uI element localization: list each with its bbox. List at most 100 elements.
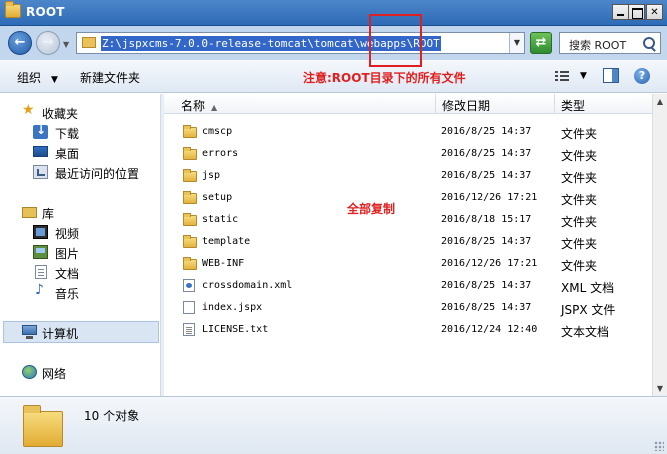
- file-type: 文件夹: [561, 215, 598, 229]
- music-icon: ♪: [35, 282, 44, 298]
- picture-icon: [33, 245, 48, 259]
- file-name: WEB-INF: [202, 258, 245, 269]
- organize-label: 组织: [17, 71, 42, 85]
- file-row[interactable]: WEB-INF 2016/12/26 17:21 文件夹: [164, 253, 656, 275]
- column-label: 名称: [181, 99, 206, 113]
- file-date: 2016/12/26 17:21: [441, 192, 538, 203]
- column-header-type[interactable]: 类型: [561, 97, 585, 114]
- address-row: ← → ▼ Z:\jspxcms-7.0.0-release-tomcat\to…: [0, 26, 667, 60]
- column-divider[interactable]: [554, 94, 555, 114]
- folder-icon: [82, 37, 96, 48]
- close-button[interactable]: [646, 4, 663, 20]
- file-row[interactable]: template 2016/8/25 14:37 文件夹: [164, 231, 656, 253]
- file-date: 2016/8/25 14:37: [441, 126, 532, 137]
- details-pane: 10 个对象: [0, 396, 667, 454]
- column-header: 名称 ▲ 修改日期 类型: [164, 94, 656, 114]
- file-row[interactable]: LICENSE.txt 2016/12/24 12:40 文本文档: [164, 319, 656, 341]
- file-type: 文件夹: [561, 149, 598, 163]
- recent-places-icon: [33, 165, 48, 179]
- search-placeholder: 搜索 ROOT: [569, 39, 627, 52]
- star-icon: ★: [22, 102, 35, 118]
- file-row[interactable]: setup 2016/12/26 17:21 文件夹: [164, 187, 656, 209]
- folder-icon: [183, 147, 197, 160]
- file-date: 2016/8/25 14:37: [441, 148, 532, 159]
- file-name: index.jspx: [202, 302, 263, 313]
- xml-file-icon: [183, 279, 195, 292]
- recent-pages-dropdown[interactable]: ▼: [63, 40, 69, 49]
- annotation-copy-all: 全部复制: [347, 202, 396, 216]
- back-button[interactable]: ←: [8, 31, 32, 55]
- file-type: 文件夹: [561, 127, 598, 141]
- sidebar-item-label: 收藏夹: [42, 107, 79, 121]
- sidebar-item-label: 文档: [55, 267, 80, 281]
- preview-pane-icon[interactable]: [603, 68, 619, 83]
- minimize-button[interactable]: [612, 4, 629, 20]
- file-type: 文件夹: [561, 259, 598, 273]
- file-row[interactable]: index.jspx 2016/8/25 14:37 JSPX 文件: [164, 297, 656, 319]
- resize-grip-icon[interactable]: [654, 441, 664, 451]
- search-icon[interactable]: [641, 36, 657, 52]
- organize-button[interactable]: 组织 ▼: [17, 69, 58, 86]
- column-divider[interactable]: [435, 94, 436, 114]
- file-name: crossdomain.xml: [202, 280, 293, 291]
- folder-icon: [183, 191, 197, 204]
- text-file-icon: [183, 323, 195, 336]
- file-name: jsp: [202, 170, 221, 181]
- file-date: 2016/12/26 17:21: [441, 258, 538, 269]
- folder-icon: [183, 169, 197, 182]
- desktop-icon: [33, 146, 48, 157]
- sidebar-item-label: 库: [42, 207, 55, 221]
- sidebar-item-label: 图片: [55, 247, 80, 261]
- item-count: 10 个对象: [84, 409, 140, 423]
- title-bar: ROOT: [0, 0, 667, 26]
- file-name: cmscp: [202, 126, 233, 137]
- maximize-button[interactable]: [628, 4, 645, 20]
- column-header-date[interactable]: 修改日期: [442, 97, 490, 114]
- file-date: 2016/8/18 15:17: [441, 214, 532, 225]
- scroll-up-icon[interactable]: ▲: [655, 97, 665, 106]
- folder-icon: [5, 1, 21, 18]
- download-icon: [33, 123, 48, 139]
- column-header-name[interactable]: 名称 ▲: [181, 97, 217, 114]
- sidebar-item-label: 音乐: [55, 287, 80, 301]
- document-icon: [35, 265, 47, 279]
- file-list: 名称 ▲ 修改日期 类型 cmscp 2016/8/25 14:37 文件夹 error…: [164, 94, 667, 396]
- file-type: XML 文档: [561, 281, 615, 295]
- refresh-button[interactable]: ⇄: [530, 32, 552, 54]
- file-icon: [183, 301, 195, 314]
- chevron-down-icon[interactable]: ▼: [580, 71, 587, 81]
- sidebar-item-label: 最近访问的位置: [55, 167, 140, 181]
- file-name: setup: [202, 192, 233, 203]
- window-title: ROOT: [26, 5, 65, 19]
- file-date: 2016/8/25 14:37: [441, 280, 532, 291]
- sidebar-item-label: 下载: [55, 127, 80, 141]
- forward-button[interactable]: →: [36, 31, 60, 55]
- sort-ascending-icon: ▲: [211, 103, 218, 112]
- file-type: 文件夹: [561, 237, 598, 251]
- scroll-down-icon[interactable]: ▼: [655, 384, 665, 393]
- folder-icon: [183, 257, 197, 270]
- chevron-down-icon[interactable]: ▼: [509, 33, 524, 53]
- address-bar[interactable]: Z:\jspxcms-7.0.0-release-tomcat\tomcat\w…: [76, 32, 525, 54]
- file-date: 2016/8/25 14:37: [441, 170, 532, 181]
- file-row[interactable]: static 2016/8/18 15:17 文件夹: [164, 209, 656, 231]
- file-row[interactable]: errors 2016/8/25 14:37 文件夹: [164, 143, 656, 165]
- file-row[interactable]: cmscp 2016/8/25 14:37 文件夹: [164, 121, 656, 143]
- help-icon[interactable]: ?: [634, 68, 650, 84]
- file-name: errors: [202, 148, 239, 159]
- file-row[interactable]: crossdomain.xml 2016/8/25 14:37 XML 文档: [164, 275, 656, 297]
- view-options-icon[interactable]: [555, 69, 569, 82]
- new-folder-button[interactable]: 新建文件夹: [80, 69, 140, 86]
- folder-icon: [183, 125, 197, 138]
- file-name: template: [202, 236, 251, 247]
- file-name: static: [202, 214, 239, 225]
- video-icon: [33, 225, 48, 239]
- folder-icon: [183, 235, 197, 248]
- folder-icon: [183, 213, 197, 226]
- search-input[interactable]: 搜索 ROOT: [559, 32, 661, 54]
- folder-icon: [23, 405, 63, 447]
- sidebar-item-label: 计算机: [42, 327, 79, 341]
- chevron-down-icon: ▼: [51, 75, 58, 85]
- vertical-scrollbar[interactable]: ▲ ▼: [652, 94, 667, 396]
- file-row[interactable]: jsp 2016/8/25 14:37 文件夹: [164, 165, 656, 187]
